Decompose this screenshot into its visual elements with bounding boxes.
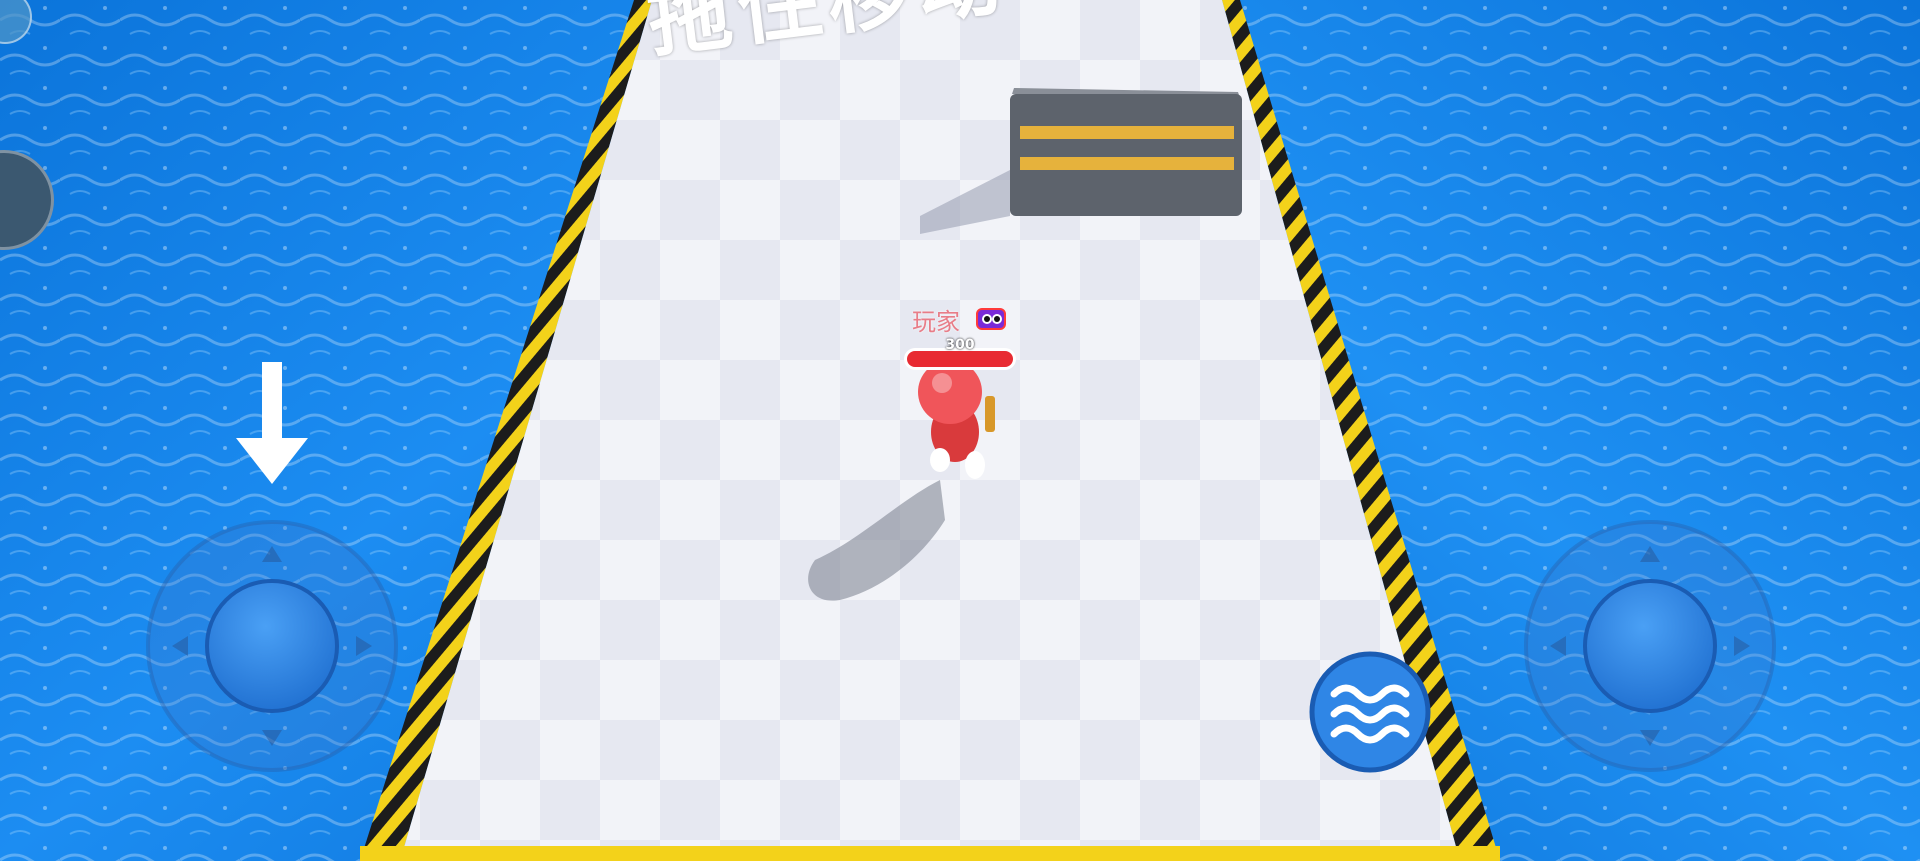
health-value: 300 [945, 337, 975, 353]
obstacle-stripe-bottom [1020, 157, 1234, 170]
team-badge-icon [976, 308, 1006, 330]
obstacle-stripe-top [1020, 126, 1234, 139]
player-name: 玩家 [912, 308, 960, 336]
bridge-bottom-edge [360, 846, 1500, 861]
obstacle-block [1010, 94, 1242, 216]
game-scene[interactable]: 拖住移动 玩家 300 [0, 0, 1920, 861]
move-joystick[interactable] [146, 520, 398, 772]
aim-joystick[interactable] [1524, 520, 1776, 772]
skill-button[interactable] [1309, 651, 1431, 773]
game-world[interactable] [0, 0, 1920, 861]
health-bar-fill [907, 351, 1013, 367]
